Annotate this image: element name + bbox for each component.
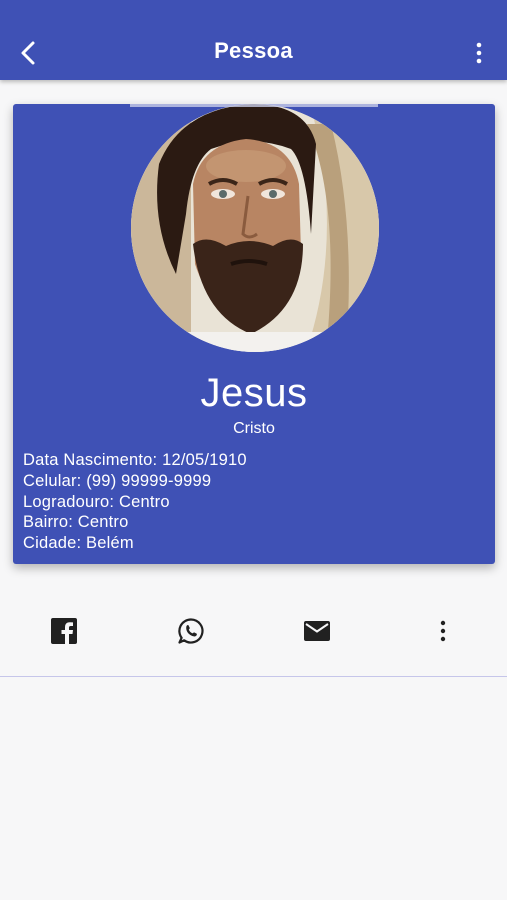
person-first-name: Jesus <box>200 371 308 415</box>
street-text: Logradouro: Centro <box>23 492 170 511</box>
whatsapp-button[interactable] <box>173 613 209 649</box>
person-last-name: Cristo <box>233 420 275 437</box>
more-vertical-icon <box>440 620 446 642</box>
person-card: Jesus Cristo Data Nascimento: 12/05/1910… <box>13 104 495 564</box>
neighborhood-text: Bairro: Centro <box>23 513 129 532</box>
page-title: Pessoa <box>214 38 293 63</box>
card-top-line <box>130 104 378 107</box>
app-bar: Pessoa <box>0 0 507 80</box>
facebook-icon <box>51 618 77 644</box>
facebook-button[interactable] <box>46 613 82 649</box>
person-details: Data Nascimento: 12/05/1910 Celular: (99… <box>23 450 247 554</box>
avatar <box>131 104 379 352</box>
city-text: Cidade: Belém <box>23 534 134 553</box>
action-bar <box>0 605 507 655</box>
more-vertical-icon <box>476 42 482 64</box>
divider <box>0 676 507 677</box>
overflow-menu-button[interactable] <box>465 38 493 68</box>
whatsapp-icon <box>178 618 204 644</box>
email-button[interactable] <box>299 613 335 649</box>
phone-text: Celular: (99) 99999-9999 <box>23 471 212 490</box>
email-icon <box>304 621 330 641</box>
birth-date-text: Data Nascimento: 12/05/1910 <box>23 451 247 469</box>
more-actions-button[interactable] <box>425 613 461 649</box>
